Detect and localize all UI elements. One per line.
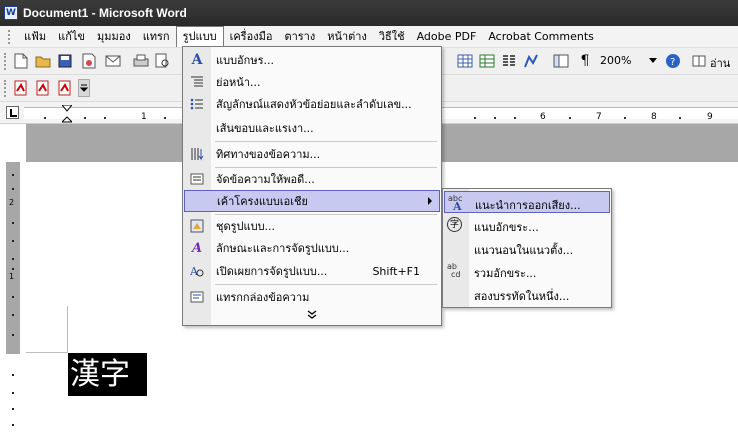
menu-table[interactable]: ตาราง xyxy=(278,27,321,47)
email-icon[interactable] xyxy=(104,52,122,70)
convert-and-review-pdf-icon[interactable] xyxy=(56,79,74,97)
format-menu: A แบบอักษร... ย่อหน้า... สัญลักษณ์แสดงหั… xyxy=(182,46,442,326)
print-preview-icon[interactable] xyxy=(154,52,172,70)
text-box-icon xyxy=(188,289,206,305)
ruler-number: 8 xyxy=(651,112,657,122)
styles-icon: A xyxy=(191,240,203,256)
font-icon: A xyxy=(191,52,203,68)
vruler-number: 1 xyxy=(9,272,15,281)
text-direction-icon xyxy=(188,146,206,162)
menu-insert[interactable]: แทรก xyxy=(137,27,176,47)
columns-icon[interactable] xyxy=(500,52,518,70)
ruler-number: 1 xyxy=(141,112,147,122)
toolbar-grip[interactable] xyxy=(4,80,7,97)
menubar-grip[interactable] xyxy=(8,29,12,44)
menu-view[interactable]: มุมมอง xyxy=(91,27,137,47)
theme-icon xyxy=(188,218,206,234)
format-borders-item[interactable]: เส้นขอบและแรเงา... xyxy=(184,117,440,139)
asian-layout-submenu: abc A แนะนำการออกเสียง... 字 แนบอักขระ...… xyxy=(442,188,612,308)
format-theme-item[interactable]: ชุดรูปแบบ... xyxy=(184,215,440,237)
format-fit-text-item[interactable]: จัดข้อความให้พอดี... xyxy=(184,168,440,190)
horizontal-in-vertical-item[interactable]: แนวนอนในแนวตั้ง... xyxy=(444,237,610,259)
combine-characters-icon: ab cd xyxy=(447,262,461,279)
menu-format[interactable]: รูปแบบ xyxy=(175,26,224,47)
enclose-characters-icon: 字 xyxy=(447,217,465,233)
menu-window[interactable]: หน้าต่าง xyxy=(321,27,373,47)
phonetic-guide-icon: abc A xyxy=(448,194,463,213)
ruler-number: 6 xyxy=(540,112,546,122)
menu-help[interactable]: วิธีใช้ xyxy=(373,27,411,47)
drawing-icon[interactable] xyxy=(522,52,540,70)
zoom-value[interactable]: 200% xyxy=(600,54,631,67)
zoom-dropdown-icon[interactable] xyxy=(644,52,662,70)
insert-excel-icon[interactable] xyxy=(478,52,496,70)
read-label[interactable]: อ่าน xyxy=(710,54,730,72)
format-bullets-item[interactable]: สัญลักษณ์แสดงหัวข้อย่อยและลำดับเลข... xyxy=(184,93,440,115)
format-font-item[interactable]: A แบบอักษร... xyxy=(184,49,440,71)
indent-marker-icon[interactable] xyxy=(60,104,74,124)
paragraph-icon xyxy=(188,74,206,90)
margin-guide-vertical xyxy=(67,306,68,352)
shortcut-label: Shift+F1 xyxy=(372,264,420,278)
format-text-box-item[interactable]: แทรกกล่องข้อความ xyxy=(184,286,440,308)
menu-separator xyxy=(215,141,437,142)
toolbar-options-icon[interactable] xyxy=(78,79,90,97)
format-reveal-formatting-item[interactable]: A เปิดเผยการจัดรูปแบบ... Shift+F1 xyxy=(184,260,440,282)
menu-edit[interactable]: แก้ไข xyxy=(52,27,91,47)
expand-menu-chevron-icon[interactable] xyxy=(303,310,321,322)
vertical-ruler-lower xyxy=(6,356,20,432)
menu-file[interactable]: แฟ้ม xyxy=(18,27,52,47)
document-text-selected[interactable]: 漢字 xyxy=(68,353,147,396)
convert-and-email-pdf-icon[interactable] xyxy=(34,79,52,97)
tab-selector-icon[interactable] xyxy=(6,106,19,119)
submenu-arrow-icon xyxy=(428,197,432,205)
two-lines-in-one-item[interactable]: สองบรรทัดในหนึ่ง... xyxy=(444,283,610,305)
insert-table-icon[interactable] xyxy=(456,52,474,70)
print-icon[interactable] xyxy=(132,52,150,70)
bullets-icon xyxy=(188,96,206,112)
new-document-icon[interactable] xyxy=(12,52,30,70)
read-icon[interactable] xyxy=(690,52,708,70)
window-title: Document1 - Microsoft Word xyxy=(23,6,187,20)
combine-characters-item[interactable]: ab cd รวมอักขระ... xyxy=(444,260,610,282)
enclose-characters-item[interactable]: 字 แนบอักขระ... xyxy=(444,214,610,236)
ruler-number: 9 xyxy=(707,112,713,122)
title-bar: W Document1 - Microsoft Word xyxy=(0,0,738,26)
fit-text-icon xyxy=(188,171,206,187)
permission-icon[interactable] xyxy=(80,52,98,70)
convert-to-pdf-icon[interactable] xyxy=(12,79,30,97)
format-paragraph-item[interactable]: ย่อหน้า... xyxy=(184,71,440,93)
help-icon[interactable]: ? xyxy=(664,52,682,70)
format-asian-layout-item[interactable]: เค้าโครงแบบเอเชีย xyxy=(184,190,440,212)
menu-separator xyxy=(215,284,437,285)
vruler-number: 2 xyxy=(9,198,15,207)
toolbar-grip[interactable] xyxy=(4,53,7,70)
ruler-number: 7 xyxy=(596,112,602,122)
svg-text:?: ? xyxy=(670,57,675,68)
reveal-formatting-icon: A xyxy=(188,263,206,279)
document-map-icon[interactable] xyxy=(552,52,570,70)
vertical-ruler[interactable]: 2 1 xyxy=(6,162,20,354)
save-icon[interactable] xyxy=(56,52,74,70)
open-folder-icon[interactable] xyxy=(34,52,52,70)
menu-acrobat-comments[interactable]: Acrobat Comments xyxy=(482,27,600,47)
format-text-direction-item[interactable]: ทิศทางของข้อความ... xyxy=(184,143,440,165)
phonetic-guide-item[interactable]: abc A แนะนำการออกเสียง... xyxy=(444,191,610,213)
menu-bar: แฟ้ม แก้ไข มุมมอง แทรก รูปแบบ เครื่องมือ… xyxy=(0,26,738,48)
format-styles-item[interactable]: A ลักษณะและการจัดรูปแบบ... xyxy=(184,237,440,259)
margin-guide-horizontal xyxy=(26,352,68,353)
show-hide-icon[interactable]: ¶ xyxy=(576,52,594,70)
menu-tools[interactable]: เครื่องมือ xyxy=(224,27,279,47)
word-app-icon: W xyxy=(4,6,18,20)
menu-adobe-pdf[interactable]: Adobe PDF xyxy=(411,27,483,47)
